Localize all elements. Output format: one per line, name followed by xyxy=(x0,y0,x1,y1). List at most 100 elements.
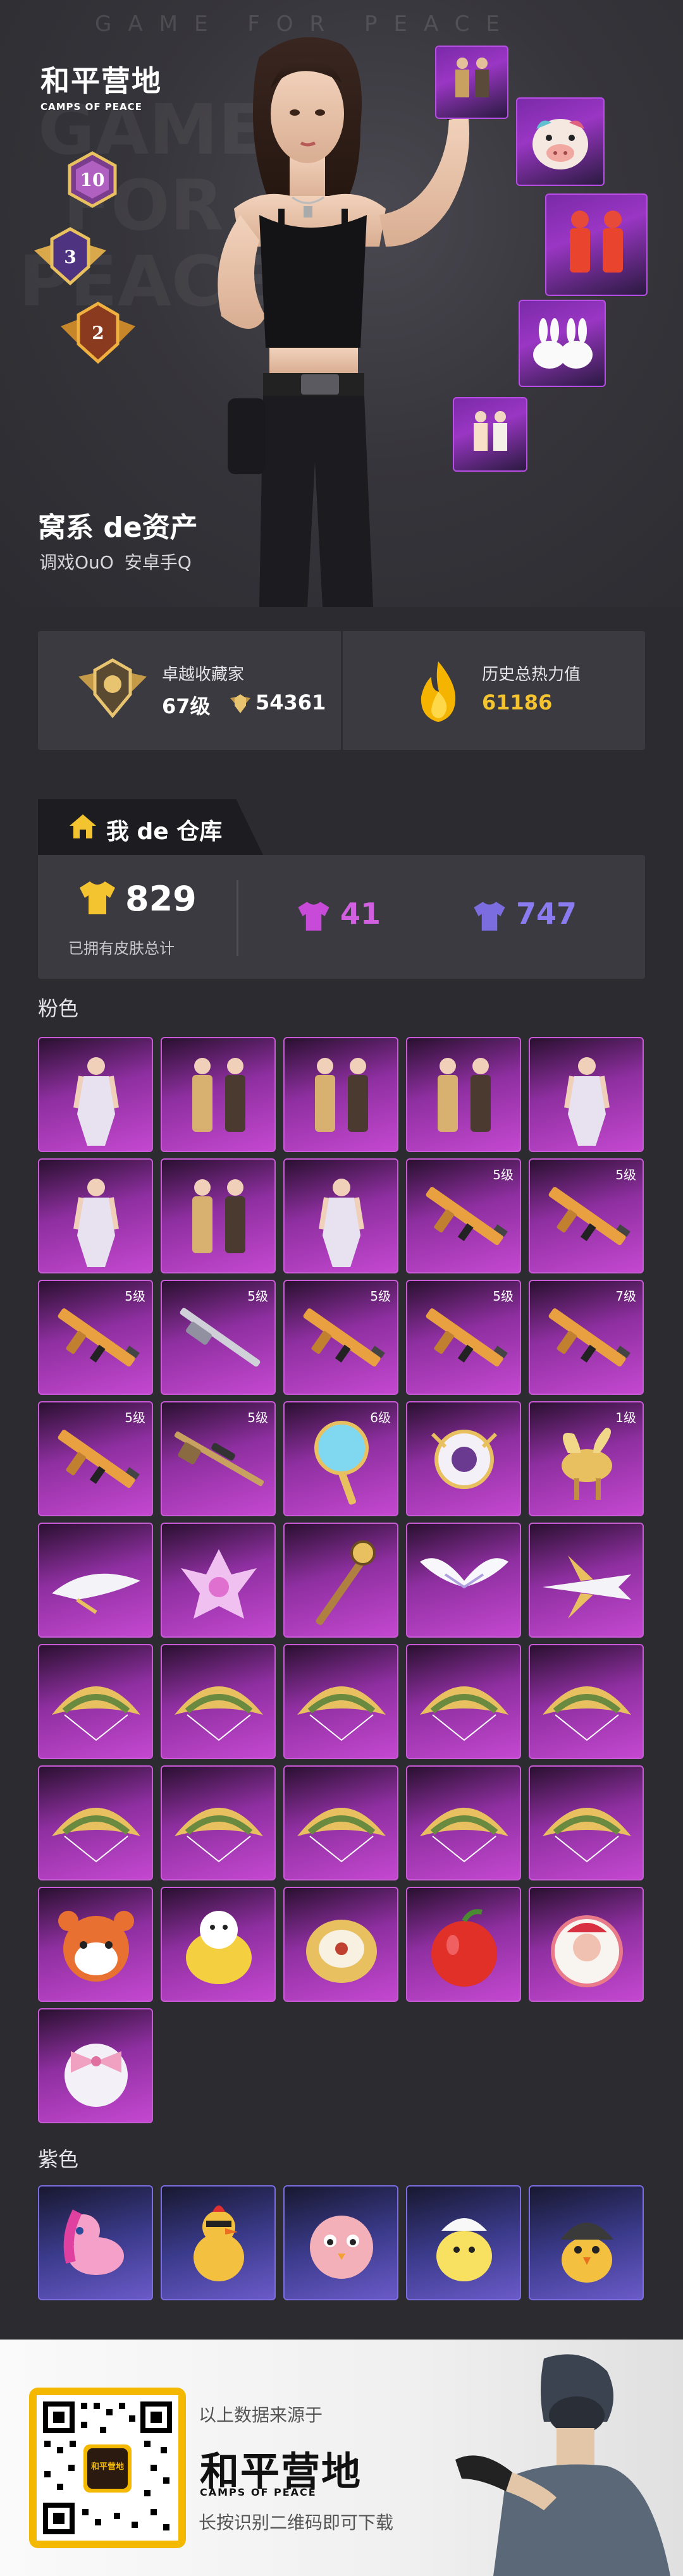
skin-item[interactable] xyxy=(283,2185,398,2300)
skin-item[interactable]: 5级 xyxy=(38,1280,153,1395)
skin-item[interactable] xyxy=(161,1523,276,1638)
skin-thumb[interactable] xyxy=(545,193,648,296)
skin-item[interactable] xyxy=(38,1158,153,1273)
skin-item[interactable] xyxy=(529,1037,644,1152)
skin-item[interactable] xyxy=(283,1644,398,1759)
parachute-icon xyxy=(297,1686,386,1741)
skin-item[interactable]: 5级 xyxy=(529,1158,644,1273)
skin-item[interactable]: 5级 xyxy=(406,1280,521,1395)
skin-item[interactable] xyxy=(406,1644,521,1759)
apple-backpack-icon xyxy=(431,1909,497,1987)
skin-item[interactable] xyxy=(406,1765,521,1880)
skin-item[interactable] xyxy=(529,1887,644,2002)
skin-thumb[interactable] xyxy=(435,46,508,119)
parachute-icon xyxy=(420,1686,508,1741)
qr-code[interactable]: 和平营地 xyxy=(29,2388,186,2548)
divider xyxy=(341,631,343,750)
skin-item[interactable] xyxy=(38,2185,153,2300)
skin-item[interactable] xyxy=(38,2008,153,2123)
skin-item[interactable] xyxy=(529,1765,644,1880)
skin-item[interactable] xyxy=(38,1523,153,1638)
collector-label: 卓越收藏家 xyxy=(162,665,245,684)
outfit-icon xyxy=(564,1057,610,1146)
skin-item[interactable] xyxy=(406,2185,521,2300)
skin-item[interactable]: 5级 xyxy=(161,1280,276,1395)
item-level: 1级 xyxy=(615,1410,636,1425)
skin-item[interactable] xyxy=(529,1644,644,1759)
skin-item[interactable] xyxy=(161,2185,276,2300)
skin-item[interactable] xyxy=(406,1523,521,1638)
skin-item[interactable] xyxy=(38,1644,153,1759)
skin-item[interactable] xyxy=(283,1523,398,1638)
skin-item[interactable] xyxy=(283,1158,398,1273)
skin-item[interactable] xyxy=(161,1158,276,1273)
skin-item[interactable]: 6级 xyxy=(283,1401,398,1516)
pink-count: 41 xyxy=(340,897,381,931)
tab-warehouse[interactable]: 我 de 仓库 xyxy=(38,799,263,855)
bow-backpack-icon xyxy=(65,2044,128,2107)
skin-item[interactable]: 5级 xyxy=(161,1401,276,1516)
skin-item[interactable] xyxy=(161,1887,276,2002)
footer-brand-en: CAMPS OF PEACE xyxy=(200,2486,317,2498)
rank-level: 3 xyxy=(64,246,77,267)
outfit-pair-icon xyxy=(315,1058,368,1132)
piggy-helmet-icon xyxy=(532,119,588,169)
skin-item[interactable] xyxy=(38,1037,153,1152)
skin-item[interactable] xyxy=(38,1765,153,1880)
skin-item[interactable] xyxy=(529,2185,644,2300)
bunny-slippers-icon xyxy=(533,318,593,369)
item-level: 5级 xyxy=(615,1167,636,1182)
download-text: 长按识别二维码即可下载 xyxy=(199,2512,394,2533)
outfit-pair-icon xyxy=(438,1058,491,1132)
skin-thumb[interactable] xyxy=(453,397,527,472)
panda-backpack-icon xyxy=(58,1911,134,1982)
parachute-icon xyxy=(175,1686,263,1741)
skin-item[interactable]: 1级 xyxy=(529,1401,644,1516)
skin-item[interactable] xyxy=(406,1401,521,1516)
skin-item[interactable] xyxy=(283,1765,398,1880)
tab-warehouse-label: 我 de 仓库 xyxy=(106,819,223,845)
chick-icon xyxy=(436,2218,492,2281)
rank-level: 10 xyxy=(80,169,105,190)
qr-code-inner: 和平营地 xyxy=(37,2395,178,2541)
skin-item[interactable]: 5级 xyxy=(38,1401,153,1516)
qr-logo-text: 和平营地 xyxy=(90,2462,124,2472)
skin-item[interactable] xyxy=(161,1765,276,1880)
skin-item[interactable] xyxy=(283,1037,398,1152)
item-level: 5级 xyxy=(370,1289,391,1304)
collector-badge-icon xyxy=(78,658,147,718)
skin-item[interactable]: 7级 xyxy=(529,1280,644,1395)
chick-backpack-icon xyxy=(186,1911,252,1984)
total-skins-label: 已拥有皮肤总计 xyxy=(68,940,175,957)
player-name: 窝系 de资产 xyxy=(38,512,198,544)
item-level: 5级 xyxy=(247,1289,268,1304)
skin-item[interactable] xyxy=(161,1037,276,1152)
app-logo: 和平营地 CAMPS OF PEACE xyxy=(40,58,162,113)
source-text: 以上数据来源于 xyxy=(199,2405,323,2426)
parachute-icon xyxy=(543,1686,631,1741)
skin-thumb[interactable] xyxy=(516,97,605,186)
rank-badge: 10 xyxy=(62,149,123,210)
flame-icon xyxy=(421,661,456,722)
rank-badge: 3 xyxy=(29,226,111,287)
tshirt-purple-icon xyxy=(474,902,505,931)
hero-banner: GAME FOR PEACE GAME FOR PEACE 和平营地 CAMPS… xyxy=(0,0,683,607)
rank-level: 2 xyxy=(92,322,104,343)
item-level: 5级 xyxy=(125,1289,145,1304)
skin-item[interactable] xyxy=(406,1887,521,2002)
flower-icon xyxy=(181,1549,257,1619)
parachute-icon xyxy=(420,1808,508,1863)
outfit-icon xyxy=(73,1057,119,1146)
purple-count: 747 xyxy=(516,897,577,931)
skin-item[interactable] xyxy=(38,1887,153,2002)
skin-item[interactable] xyxy=(283,1887,398,2002)
skin-thumb[interactable] xyxy=(519,300,606,387)
skin-item[interactable] xyxy=(529,1523,644,1638)
skin-item[interactable]: 5级 xyxy=(283,1280,398,1395)
plane-icon xyxy=(543,1555,631,1619)
skin-item[interactable] xyxy=(161,1644,276,1759)
emblem-icon xyxy=(431,1430,498,1489)
skin-item[interactable] xyxy=(406,1037,521,1152)
skin-item[interactable]: 5级 xyxy=(406,1158,521,1273)
tshirt-gold-icon xyxy=(80,881,115,914)
